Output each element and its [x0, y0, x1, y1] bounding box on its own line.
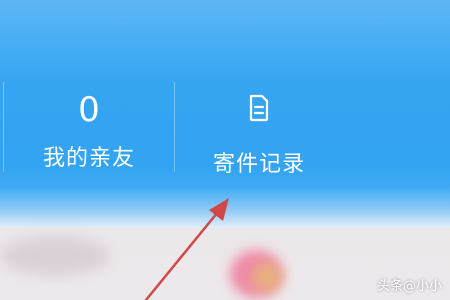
document-icon: [249, 94, 269, 122]
app-screen: 0 我的亲友 寄件记录 头条@小小: [0, 0, 450, 300]
my-relatives-button[interactable]: 0 我的亲友: [9, 88, 169, 174]
watermark: 头条@小小: [376, 279, 442, 294]
shipping-records-button[interactable]: 寄件记录: [179, 88, 339, 180]
middle-divider: [174, 82, 175, 172]
relatives-label: 我的亲友: [42, 146, 135, 171]
header-background: [0, 0, 450, 80]
blurred-tile: [0, 236, 110, 276]
relatives-count: 0: [78, 90, 100, 130]
document-icon-wrap: [179, 94, 339, 138]
shipping-records-label: 寄件记录: [212, 152, 305, 177]
left-divider: [3, 82, 4, 172]
blurred-image-accent: [252, 262, 282, 292]
